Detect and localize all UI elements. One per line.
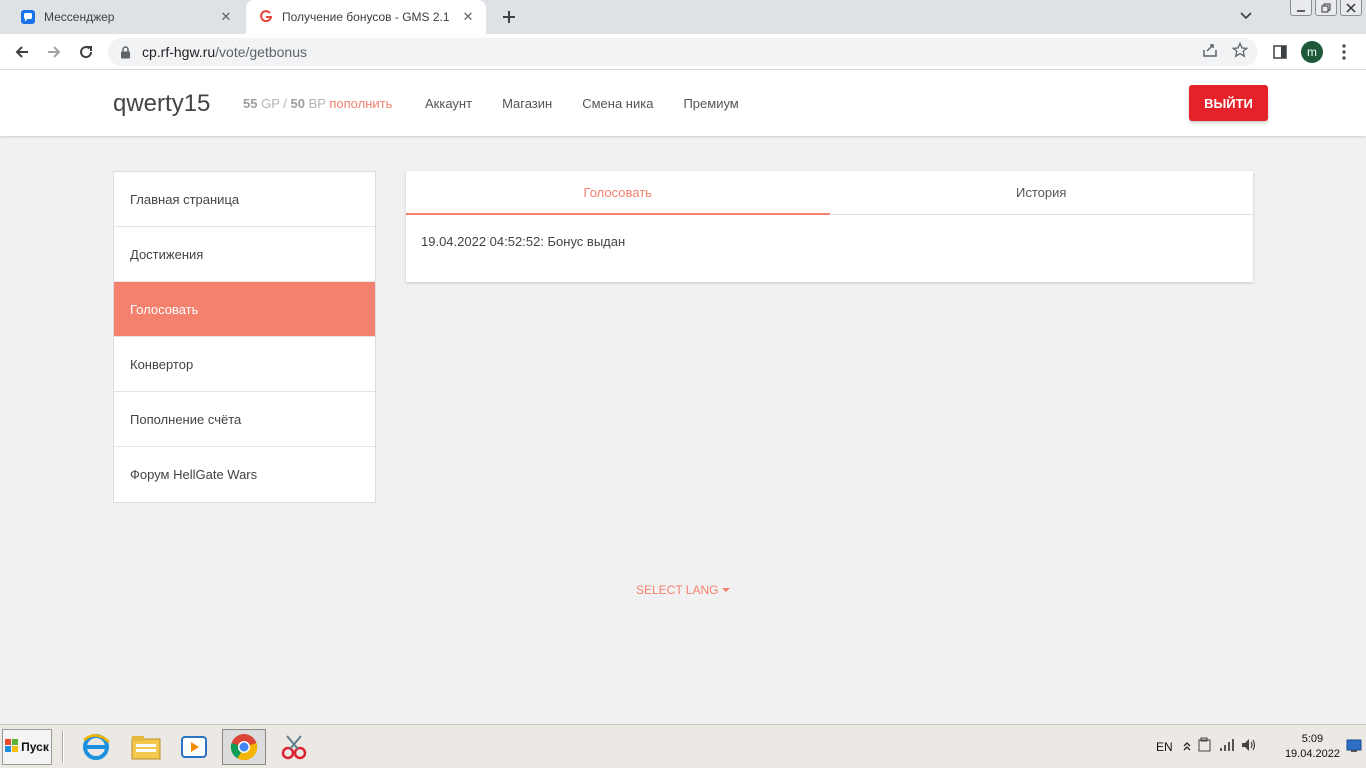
back-arrow-icon[interactable] <box>10 40 34 64</box>
clock-date: 19.04.2022 <box>1284 748 1340 760</box>
taskbar-separator <box>62 731 64 763</box>
tray-expand-icon[interactable] <box>1183 738 1191 756</box>
profile-initial: m <box>1301 41 1323 63</box>
topup-link[interactable]: пополнить <box>329 96 392 111</box>
input-language[interactable]: EN <box>1156 740 1173 754</box>
browser-tab-bonus[interactable]: Получение бонусов - GMS 2.1 ✕ <box>246 0 486 34</box>
nav-account[interactable]: Аккаунт <box>425 96 472 111</box>
start-label: Пуск <box>21 740 49 754</box>
taskbar-clock[interactable]: 5:09 19.04.2022 <box>1285 732 1340 762</box>
network-device-icon[interactable] <box>1197 737 1213 758</box>
sidebar-item-vote[interactable]: Голосовать <box>114 282 375 337</box>
sidebar-item-home[interactable]: Главная страница <box>114 172 375 227</box>
tab-title: Получение бонусов - GMS 2.1 <box>282 10 450 24</box>
window-controls <box>1290 0 1362 16</box>
gms-icon <box>258 9 274 25</box>
signal-icon[interactable] <box>1219 738 1235 757</box>
tab-vote[interactable]: Голосовать <box>406 171 830 215</box>
nav-premium[interactable]: Премиум <box>683 96 738 111</box>
profile-avatar[interactable]: m <box>1300 40 1324 64</box>
snipping-tool-icon[interactable] <box>272 729 316 765</box>
show-desktop-icon[interactable] <box>1346 739 1362 758</box>
internet-explorer-icon[interactable] <box>74 729 118 765</box>
more-menu-icon[interactable] <box>1334 40 1354 64</box>
omnibox-actions <box>1202 41 1249 63</box>
site-header: qwerty15 55 GP / 50 BP пополнить Аккаунт… <box>0 70 1366 136</box>
new-tab-plus-icon[interactable] <box>498 6 520 28</box>
chrome-icon[interactable] <box>222 729 266 765</box>
balance: 55 GP / 50 BP пополнить <box>243 96 393 111</box>
share-icon[interactable] <box>1202 42 1218 63</box>
clock-time: 5:09 <box>1301 733 1324 745</box>
side-panel-icon[interactable] <box>1270 40 1290 64</box>
minimize-icon[interactable] <box>1290 0 1312 16</box>
tab-title: Мессенджер <box>44 10 115 24</box>
bookmark-star-icon[interactable] <box>1231 41 1249 63</box>
sidebar-item-achievements[interactable]: Достижения <box>114 227 375 282</box>
browser-tabstrip: Мессенджер ✕ Получение бонусов - GMS 2.1… <box>0 0 1366 34</box>
vote-card: Голосовать История 19.04.2022 04:52:52: … <box>406 171 1253 282</box>
caret-down-icon <box>722 588 731 592</box>
sidebar-item-topup[interactable]: Пополнение счёта <box>114 392 375 447</box>
close-tab-icon[interactable]: ✕ <box>458 7 478 27</box>
url-text: cp.rf-hgw.ru/vote/getbonus <box>142 44 307 60</box>
address-bar[interactable]: cp.rf-hgw.ru/vote/getbonus <box>108 38 1258 66</box>
nav-shop[interactable]: Магазин <box>502 96 552 111</box>
sidebar-menu: Главная страница Достижения Голосовать К… <box>113 171 376 503</box>
browser-tab-messenger[interactable]: Мессенджер ✕ <box>8 0 244 34</box>
nav-change-nick[interactable]: Смена ника <box>582 96 653 111</box>
chevron-down-icon[interactable] <box>1236 6 1256 26</box>
tab-history[interactable]: История <box>830 171 1254 214</box>
forward-arrow-icon[interactable] <box>42 40 66 64</box>
start-button[interactable]: Пуск <box>2 729 52 765</box>
browser-toolbar: cp.rf-hgw.ru/vote/getbonus m <box>0 34 1366 70</box>
lock-icon[interactable] <box>120 45 134 59</box>
windows-logo-icon <box>5 738 19 756</box>
sidebar-item-converter[interactable]: Конвертор <box>114 337 375 392</box>
file-explorer-icon[interactable] <box>124 729 168 765</box>
close-tab-icon[interactable]: ✕ <box>216 7 236 27</box>
select-lang-label: SELECT LANG <box>636 583 719 597</box>
volume-icon[interactable] <box>1241 738 1257 757</box>
card-tabs: Голосовать История <box>406 171 1253 215</box>
logout-button[interactable]: ВЫЙТИ <box>1189 85 1268 121</box>
bonus-message: 19.04.2022 04:52:52: Бонус выдан <box>421 234 626 249</box>
sidebar-item-forum[interactable]: Форум HellGate Wars <box>114 447 375 502</box>
taskbar: Пуск EN 5:09 19.04.2022 <box>0 724 1366 768</box>
reload-icon[interactable] <box>74 40 98 64</box>
restore-icon[interactable] <box>1315 0 1337 16</box>
main-nav: Аккаунт Магазин Смена ника Премиум <box>425 96 769 111</box>
media-player-icon[interactable] <box>172 729 216 765</box>
username: qwerty15 <box>113 90 211 117</box>
messenger-icon <box>20 9 36 25</box>
select-lang-dropdown[interactable]: SELECT LANG <box>636 583 731 597</box>
close-window-icon[interactable] <box>1340 0 1362 16</box>
